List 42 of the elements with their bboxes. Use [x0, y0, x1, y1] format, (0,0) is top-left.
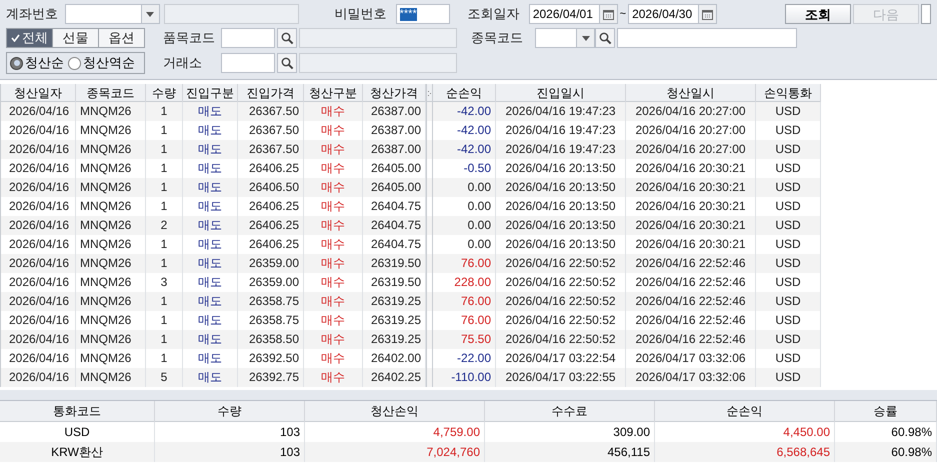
- table-cell: 5: [146, 368, 183, 387]
- summary-cell: 7,024,760: [305, 442, 485, 462]
- summary-cell: 103: [155, 442, 305, 462]
- calendar-icon[interactable]: [698, 5, 716, 23]
- check-icon: [11, 34, 20, 42]
- search-icon[interactable]: [277, 28, 297, 48]
- field-label: 종목코드: [471, 29, 524, 48]
- table-cell: 2026/04/17 03:22:55: [496, 368, 626, 387]
- table-cell: 2026/04/16: [1, 368, 76, 387]
- table-cell: MNQM26: [76, 368, 146, 387]
- search-button[interactable]: 조회: [784, 4, 852, 24]
- range-separator: ~: [618, 6, 628, 22]
- product-code-field[interactable]: [221, 28, 275, 48]
- field-label: 조회일자: [468, 5, 521, 24]
- date-field[interactable]: 2026/04/01: [528, 4, 618, 24]
- market-tab[interactable]: 선물: [53, 29, 99, 47]
- toolbar-button[interactable]: [921, 4, 931, 24]
- sort-radio[interactable]: 청산순: [10, 53, 64, 73]
- exchange-field[interactable]: [221, 53, 275, 73]
- market-tab[interactable]: 옵션: [99, 29, 144, 47]
- search-icon[interactable]: [277, 53, 297, 73]
- summary-cell: 6,568,645: [655, 442, 835, 462]
- summary-cell: KRW환산: [0, 442, 155, 462]
- market-tab[interactable]: 전체: [7, 29, 53, 47]
- calendar-icon[interactable]: [598, 5, 617, 23]
- password-field[interactable]: ****: [396, 4, 450, 24]
- table-cell: 매수: [304, 368, 363, 387]
- summary-cell: 60.98%: [835, 442, 937, 462]
- field-label: 품목코드: [163, 29, 216, 48]
- date-field[interactable]: 2026/04/30: [628, 4, 717, 24]
- field-label: 계좌번호: [6, 5, 59, 24]
- search-icon[interactable]: [595, 28, 615, 48]
- table-cell: 26392.75: [238, 368, 304, 387]
- table-cell: 매도: [183, 368, 238, 387]
- table-cell: 26402.25: [363, 368, 426, 387]
- field-label: 비밀번호: [334, 5, 388, 24]
- table-cell: 2026/04/17 03:32:06: [626, 368, 756, 387]
- summary-cell: 456,115: [485, 442, 655, 462]
- sort-radio[interactable]: 청산역순: [68, 53, 135, 73]
- field-label: 거래소: [163, 54, 203, 72]
- table-cell: USD: [756, 368, 821, 387]
- table-cell: -110.00: [433, 368, 496, 387]
